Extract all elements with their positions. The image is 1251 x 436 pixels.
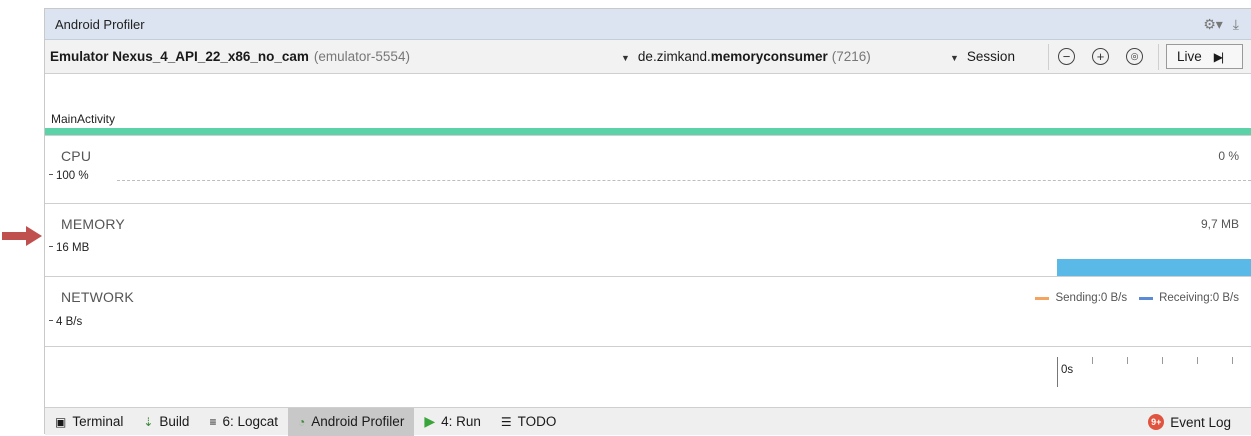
device-id: (emulator-5554) [313, 49, 410, 64]
event-timeline: MainActivity [45, 74, 1251, 136]
logcat-tab[interactable]: ≡ 6: Logcat [199, 408, 288, 436]
time-tick [1092, 357, 1093, 364]
gear-icon[interactable]: ⚙▾ [1203, 15, 1223, 33]
todo-tab[interactable]: ☰ TODO [491, 408, 567, 436]
run-tab[interactable]: ▶ 4: Run [414, 408, 491, 436]
terminal-tab[interactable]: ▣ Terminal [45, 408, 133, 436]
android-profiler-label: Android Profiler [311, 414, 405, 429]
network-title: NETWORK [61, 289, 134, 305]
cpu-axis-max: 100 % [50, 170, 89, 182]
todo-label: TODO [517, 414, 557, 429]
cpu-max-line [117, 180, 1251, 181]
network-axis-max: 4 B/s [50, 316, 82, 328]
activity-bar[interactable] [45, 128, 1251, 135]
time-axis[interactable]: 0s [45, 347, 1251, 390]
time-tick [1232, 357, 1233, 364]
sending-swatch [1035, 296, 1050, 300]
process-name: memoryconsumer [710, 49, 828, 64]
build-tab[interactable]: ⇣ Build [133, 408, 199, 436]
receiving-swatch [1139, 296, 1154, 300]
time-tick [1197, 357, 1198, 364]
cpu-monitor[interactable]: CPU 0 % 100 % [45, 136, 1251, 204]
memory-axis-max: 16 MB [50, 242, 89, 254]
toolbar-divider [1048, 44, 1049, 70]
logcat-icon: ≡ [209, 414, 217, 429]
event-log-tab[interactable]: 9+ Event Log [1138, 408, 1241, 436]
profiler-icon: ◔ [298, 414, 306, 429]
memory-usage-area [1057, 259, 1251, 276]
cpu-title: CPU [61, 148, 92, 164]
title-bar: Android Profiler ⚙▾ ⤓ [45, 9, 1251, 40]
reset-zoom-icon[interactable]: ◎ [1126, 48, 1143, 65]
build-label: Build [159, 414, 190, 429]
time-zero-marker [1057, 357, 1058, 387]
time-tick [1127, 357, 1128, 364]
dropdown-arrow-icon: ▼ [950, 53, 959, 63]
tool-window-bar: ▣ Terminal ⇣ Build ≡ 6: Logcat ◔ Android… [45, 407, 1251, 436]
receiving-legend: Receiving:0 B/s [1159, 292, 1239, 304]
device-selector[interactable]: Emulator Nexus_4_API_22_x86_no_cam (emula… [50, 49, 410, 64]
network-legend: Sending:0 B/s Receiving:0 B/s [1035, 292, 1239, 304]
logcat-label: 6: Logcat [222, 414, 279, 429]
profiler-window: Android Profiler ⚙▾ ⤓ Emulator Nexus_4_A… [44, 8, 1251, 436]
process-pid: (7216) [831, 49, 871, 64]
window-title: Android Profiler [55, 16, 145, 32]
hide-panel-icon[interactable]: ⤓ [1233, 15, 1239, 33]
zoom-in-icon[interactable]: + [1092, 48, 1109, 65]
run-icon: ▶ [424, 413, 436, 429]
todo-icon: ☰ [500, 414, 512, 429]
network-monitor[interactable]: NETWORK Sending:0 B/s Receiving:0 B/s 4 … [45, 277, 1251, 347]
run-label: 4: Run [441, 414, 481, 429]
memory-value: 9,7 MB [1200, 217, 1239, 231]
memory-title: MEMORY [61, 216, 125, 232]
session-dropdown[interactable]: ▼ Session [950, 49, 1015, 64]
toolbar-divider [1158, 44, 1159, 70]
process-prefix: de.zimkand. [637, 49, 711, 64]
zoom-out-icon[interactable]: − [1058, 48, 1075, 65]
memory-monitor[interactable]: MEMORY 9,7 MB 16 MB [45, 204, 1251, 277]
annotation-arrow-icon [2, 226, 42, 246]
terminal-label: Terminal [72, 414, 124, 429]
time-tick [1162, 357, 1163, 364]
sending-legend: Sending:0 B/s [1055, 292, 1128, 304]
build-icon: ⇣ [143, 414, 154, 429]
session-label: Session [966, 49, 1015, 64]
event-log-badge: 9+ [1148, 414, 1165, 430]
time-zero-label: 0s [1061, 364, 1074, 376]
cpu-value: 0 % [1218, 149, 1239, 163]
android-profiler-tab[interactable]: ◔ Android Profiler [288, 407, 415, 436]
device-name: Emulator Nexus_4_API_22_x86_no_cam [50, 49, 309, 64]
profiler-toolbar: Emulator Nexus_4_API_22_x86_no_cam (emula… [45, 40, 1251, 74]
terminal-icon: ▣ [55, 414, 67, 429]
process-selector[interactable]: ▼ de.zimkand.memoryconsumer (7216) [621, 49, 871, 64]
dropdown-arrow-icon: ▼ [621, 53, 630, 63]
activity-label: MainActivity [51, 112, 116, 126]
live-label: Live [1177, 49, 1202, 64]
play-to-end-icon: ▶| [1213, 49, 1224, 64]
live-button[interactable]: Live ▶| [1166, 44, 1243, 69]
event-log-label: Event Log [1170, 414, 1231, 430]
